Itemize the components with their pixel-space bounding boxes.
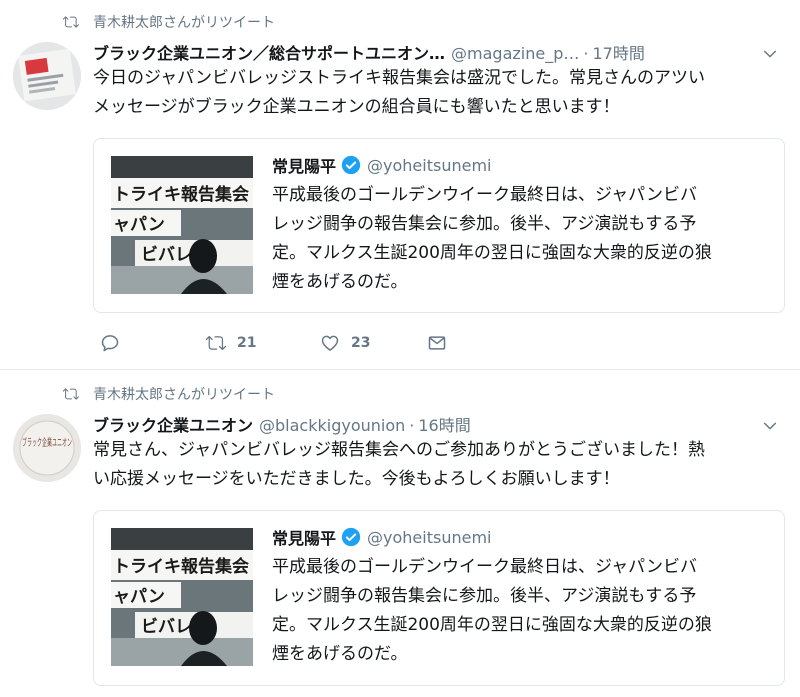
tweet-actions: 21 23 bbox=[100, 328, 447, 358]
retweet-button[interactable]: 21 bbox=[206, 333, 320, 353]
quoted-text-line: 煙をあげるのだ。 bbox=[272, 272, 408, 292]
chevron-down-icon[interactable] bbox=[762, 46, 778, 62]
retweet-icon bbox=[63, 16, 79, 28]
tweet-text: 今日のジャパンビバレッジストライキ報告集会は盛況でした。常見さんのアツい メッセ… bbox=[93, 64, 793, 122]
envelope-icon bbox=[428, 336, 446, 350]
tweet-text-line: い応援メッセージをいただきました。今後もよろしくお願いします！ bbox=[93, 469, 620, 489]
author-handle[interactable]: @blackkigyounion bbox=[259, 416, 405, 435]
author-name[interactable]: ブラック企業ユニオン bbox=[93, 412, 253, 436]
quoted-text-line: レッジ闘争の報告集会に参加。後半、アジ演説もする予 bbox=[272, 586, 697, 606]
quoted-text-line: 煙をあげるのだ。 bbox=[272, 644, 408, 664]
avatar-image: ブラック企業ユニオン bbox=[13, 414, 81, 482]
tweet[interactable]: 青木耕太郎さんがリツイート ブラック企業ユニオン／総合サポートユニオン… @ma… bbox=[0, 0, 800, 370]
tweet-text-line: 常見さん、ジャパンビバレッジ報告集会へのご参加ありがとうございました！熱 bbox=[93, 440, 705, 460]
avatar-logo-text: ブラック企業ユニオン bbox=[22, 436, 72, 449]
quoted-text-line: 平成最後のゴールデンウイーク最終日は、ジャパンビバ bbox=[272, 185, 697, 205]
image-banner-text: ャパン bbox=[113, 215, 165, 235]
reply-button[interactable] bbox=[100, 333, 206, 353]
quoted-tweet-header: 常見陽平 @yoheitsunemi bbox=[272, 153, 491, 177]
quoted-tweet-image[interactable]: トライキ報告集会 ャパン ビバレジ bbox=[111, 156, 253, 294]
retweet-context: 青木耕太郎さんがリツイート bbox=[63, 12, 275, 32]
tweet-header: ブラック企業ユニオン／総合サポートユニオン… @magazine_p… · 17… bbox=[93, 40, 756, 64]
image-banner-text: トライキ報告集会 bbox=[113, 556, 249, 577]
avatar[interactable]: ブラック企業ユニオン bbox=[13, 414, 81, 482]
like-button[interactable]: 23 bbox=[320, 333, 427, 353]
tweet-header: ブラック企業ユニオン @blackkigyounion · 16時間 bbox=[93, 412, 756, 436]
chevron-down-icon[interactable] bbox=[762, 418, 778, 434]
quoted-text-line: レッジ闘争の報告集会に参加。後半、アジ演説もする予 bbox=[272, 214, 697, 234]
retweeted-by-label[interactable]: 青木耕太郎さんがリツイート bbox=[93, 384, 275, 404]
retweet-icon bbox=[63, 388, 79, 400]
quoted-text-line: 定。マルクス生誕200周年の翌日に強固な大衆的反逆の狼 bbox=[272, 615, 712, 635]
retweet-count: 21 bbox=[237, 335, 257, 351]
quoted-author-handle[interactable]: @yoheitsunemi bbox=[367, 156, 491, 175]
separator-dot: · bbox=[583, 44, 589, 63]
tweet-text-line: メッセージがブラック企業ユニオンの組合員にも響いたと思います！ bbox=[93, 97, 620, 117]
author-handle[interactable]: @magazine_p… bbox=[451, 44, 579, 63]
quoted-author-name[interactable]: 常見陽平 bbox=[272, 153, 336, 177]
verified-badge-icon bbox=[341, 527, 361, 547]
author-name[interactable]: ブラック企業ユニオン／総合サポートユニオン… bbox=[93, 40, 445, 64]
avatar-image bbox=[13, 42, 81, 110]
retweet-context: 青木耕太郎さんがリツイート bbox=[63, 384, 275, 404]
image-banner-text: トライキ報告集会 bbox=[113, 184, 249, 205]
quoted-tweet-header: 常見陽平 @yoheitsunemi bbox=[272, 525, 491, 549]
separator-dot: · bbox=[409, 416, 415, 435]
reply-icon bbox=[101, 335, 119, 352]
quoted-tweet[interactable]: トライキ報告集会 ャパン ビバレジ 常見陽平 @yoheitsunemi 平成最… bbox=[93, 138, 785, 313]
quoted-tweet-text: 平成最後のゴールデンウイーク最終日は、ジャパンビバ レッジ闘争の報告集会に参加。… bbox=[272, 181, 772, 297]
avatar[interactable] bbox=[13, 42, 81, 110]
tweet[interactable]: 青木耕太郎さんがリツイート ブラック企業ユニオン ブラック企業ユニオン @bla… bbox=[0, 370, 800, 697]
verified-badge-icon bbox=[341, 155, 361, 175]
quoted-author-handle[interactable]: @yoheitsunemi bbox=[367, 528, 491, 547]
quoted-text-line: 平成最後のゴールデンウイーク最終日は、ジャパンビバ bbox=[272, 557, 697, 577]
heart-icon bbox=[321, 335, 339, 351]
quoted-tweet-image[interactable]: トライキ報告集会 ャパン ビバレジ bbox=[111, 528, 253, 666]
timestamp[interactable]: 16時間 bbox=[418, 412, 470, 436]
tweet-text: 常見さん、ジャパンビバレッジ報告集会へのご参加ありがとうございました！熱 い応援… bbox=[93, 436, 793, 494]
message-button[interactable] bbox=[427, 333, 447, 353]
like-count: 23 bbox=[351, 335, 371, 351]
retweet-icon bbox=[206, 335, 226, 351]
image-banner-text: ャパン bbox=[113, 587, 165, 607]
tweet-text-line: 今日のジャパンビバレッジストライキ報告集会は盛況でした。常見さんのアツい bbox=[93, 68, 705, 88]
quoted-tweet-text: 平成最後のゴールデンウイーク最終日は、ジャパンビバ レッジ闘争の報告集会に参加。… bbox=[272, 553, 772, 669]
timestamp[interactable]: 17時間 bbox=[592, 40, 644, 64]
quoted-tweet[interactable]: トライキ報告集会 ャパン ビバレジ 常見陽平 @yoheitsunemi 平成最… bbox=[93, 510, 785, 686]
quoted-text-line: 定。マルクス生誕200周年の翌日に強固な大衆的反逆の狼 bbox=[272, 243, 712, 263]
retweeted-by-label[interactable]: 青木耕太郎さんがリツイート bbox=[93, 12, 275, 32]
quoted-author-name[interactable]: 常見陽平 bbox=[272, 525, 336, 549]
